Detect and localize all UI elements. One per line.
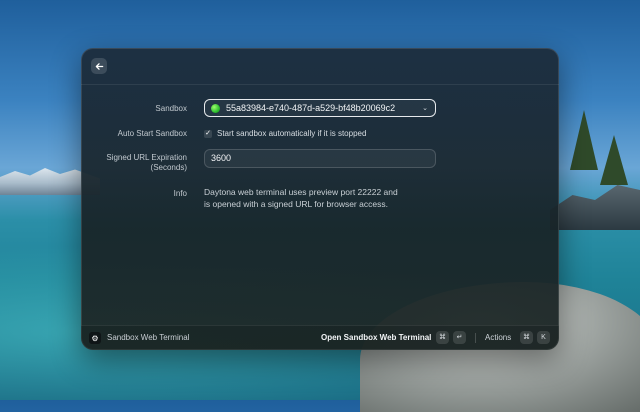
window-header bbox=[81, 48, 559, 85]
k-key-badge: K bbox=[537, 331, 550, 344]
gear-icon: ⚙ bbox=[89, 332, 101, 344]
enter-key-badge: ↵ bbox=[453, 331, 466, 344]
pine-tree bbox=[570, 110, 598, 170]
expiration-input[interactable]: 3600 bbox=[204, 149, 436, 168]
expiration-label-line2: (Seconds) bbox=[150, 163, 187, 172]
info-text: Daytona web terminal uses preview port 2… bbox=[204, 187, 398, 209]
command-key-badge: ⌘ bbox=[520, 331, 533, 344]
sandbox-select-value: 55a83984-e740-487d-a529-bf48b20069c2 bbox=[226, 103, 396, 113]
expiration-label: Signed URL Expiration (Seconds) bbox=[81, 153, 187, 173]
rocky-shore bbox=[550, 185, 640, 230]
sandbox-label: Sandbox bbox=[155, 104, 187, 113]
extension-title: Sandbox Web Terminal bbox=[107, 333, 190, 342]
sandbox-select[interactable]: 55a83984-e740-487d-a529-bf48b20069c2 ⌄ bbox=[204, 99, 436, 117]
command-key-badge: ⌘ bbox=[436, 331, 449, 344]
back-button[interactable] bbox=[91, 58, 107, 74]
divider bbox=[475, 333, 476, 343]
auto-start-checkbox[interactable]: ✓ bbox=[204, 130, 212, 138]
actions-button[interactable]: Actions bbox=[485, 333, 511, 342]
check-icon: ✓ bbox=[205, 130, 211, 137]
action-bar: ⚙ Sandbox Web Terminal Open Sandbox Web … bbox=[81, 325, 559, 350]
expiration-label-line1: Signed URL Expiration bbox=[106, 153, 187, 162]
info-label: Info bbox=[173, 189, 187, 198]
status-dot-icon bbox=[211, 103, 220, 113]
chevron-down-icon: ⌄ bbox=[422, 105, 428, 112]
pine-tree bbox=[600, 135, 628, 185]
auto-start-checkbox-label[interactable]: Start sandbox automatically if it is sto… bbox=[217, 129, 366, 138]
command-window: Sandbox 55a83984-e740-487d-a529-bf48b200… bbox=[81, 48, 559, 350]
arrow-left-icon bbox=[95, 62, 103, 70]
auto-start-label: Auto Start Sandbox bbox=[117, 129, 187, 138]
open-terminal-button[interactable]: Open Sandbox Web Terminal bbox=[321, 333, 431, 342]
